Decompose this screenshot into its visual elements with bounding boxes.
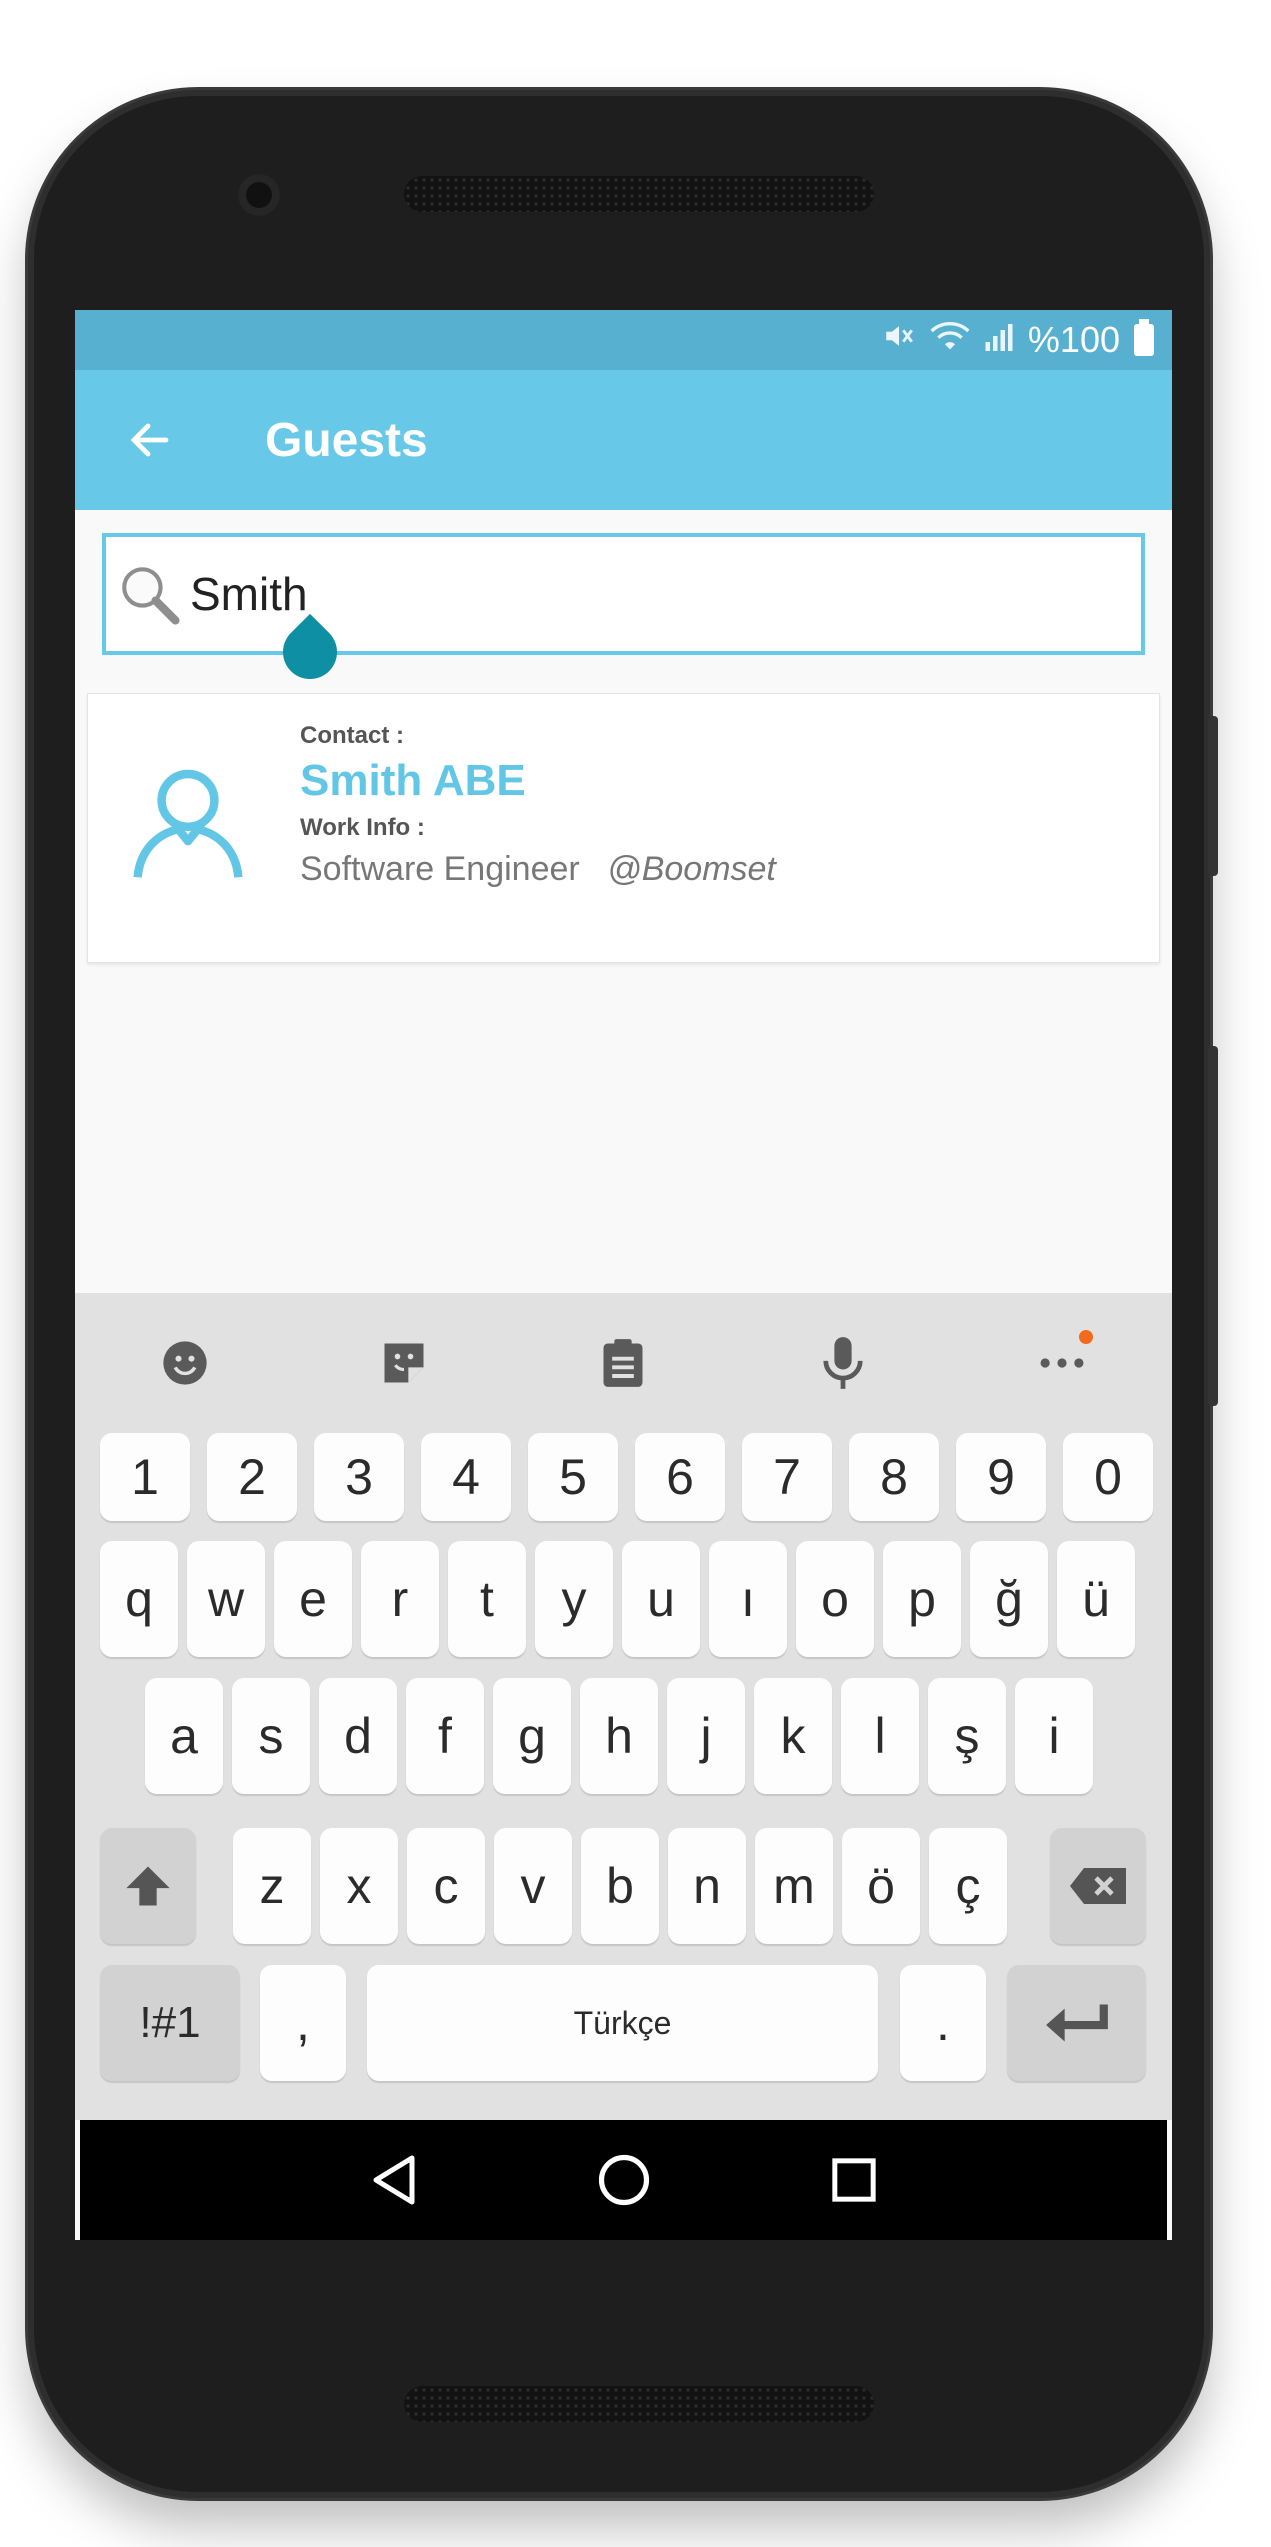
number-key-2[interactable]: 2 xyxy=(207,1433,297,1521)
letter-key-r[interactable]: r xyxy=(361,1541,439,1657)
number-key-1[interactable]: 1 xyxy=(100,1433,190,1521)
contact-name: Smith ABE xyxy=(300,756,526,805)
letter-key-ş[interactable]: ş xyxy=(928,1678,1006,1794)
number-key-8[interactable]: 8 xyxy=(849,1433,939,1521)
number-key-9[interactable]: 9 xyxy=(956,1433,1046,1521)
letter-key-c[interactable]: c xyxy=(407,1828,485,1944)
letter-key-u[interactable]: u xyxy=(622,1541,700,1657)
comma-key[interactable]: , xyxy=(260,1965,346,2081)
letter-key-n[interactable]: n xyxy=(668,1828,746,1944)
mute-icon xyxy=(882,319,916,361)
letter-key-p[interactable]: p xyxy=(883,1541,961,1657)
letter-key-ğ[interactable]: ğ xyxy=(970,1541,1048,1657)
contact-label: Contact : xyxy=(300,722,404,749)
letter-key-v[interactable]: v xyxy=(494,1828,572,1944)
page-title: Guests xyxy=(265,413,428,467)
letter-key-ç[interactable]: ç xyxy=(929,1828,1007,1944)
letter-key-b[interactable]: b xyxy=(581,1828,659,1944)
arrow-left-icon xyxy=(130,423,169,457)
letter-key-e[interactable]: e xyxy=(274,1541,352,1657)
search-field[interactable] xyxy=(102,533,1145,655)
letter-key-o[interactable]: o xyxy=(796,1541,874,1657)
space-key[interactable]: Türkçe xyxy=(367,1965,878,2081)
front-camera xyxy=(238,174,280,216)
more-icon[interactable] xyxy=(1017,1318,1107,1408)
bottom-speaker xyxy=(404,2386,874,2422)
letter-key-t[interactable]: t xyxy=(448,1541,526,1657)
letter-key-k[interactable]: k xyxy=(754,1678,832,1794)
letter-key-y[interactable]: y xyxy=(535,1541,613,1657)
home-circle-icon[interactable] xyxy=(597,2153,651,2207)
number-key-6[interactable]: 6 xyxy=(635,1433,725,1521)
emoji-icon[interactable] xyxy=(140,1318,230,1408)
backspace-key[interactable] xyxy=(1050,1828,1146,1944)
microphone-icon[interactable] xyxy=(798,1318,888,1408)
enter-key[interactable] xyxy=(1007,1965,1146,2081)
person-icon xyxy=(128,762,248,887)
power-button xyxy=(1208,716,1218,876)
recents-square-icon[interactable] xyxy=(831,2157,877,2203)
search-icon xyxy=(122,567,180,625)
letter-key-ö[interactable]: ö xyxy=(842,1828,920,1944)
letter-key-d[interactable]: d xyxy=(319,1678,397,1794)
shift-key[interactable] xyxy=(100,1828,196,1944)
navigation-bar xyxy=(80,2120,1167,2240)
number-key-3[interactable]: 3 xyxy=(314,1433,404,1521)
number-key-5[interactable]: 5 xyxy=(528,1433,618,1521)
back-button[interactable] xyxy=(75,370,225,510)
work-info-label: Work Info : xyxy=(300,814,425,841)
soft-keyboard: 1234567890 qwertyuıopğü asdfghjklşi zxcvbnm… xyxy=(75,1293,1172,2120)
letter-key-ü[interactable]: ü xyxy=(1057,1541,1135,1657)
letter-key-z[interactable]: z xyxy=(233,1828,311,1944)
letter-key-g[interactable]: g xyxy=(493,1678,571,1794)
letter-key-i[interactable]: i xyxy=(1015,1678,1093,1794)
letter-key-m[interactable]: m xyxy=(755,1828,833,1944)
battery-icon xyxy=(1134,319,1154,356)
number-key-0[interactable]: 0 xyxy=(1063,1433,1153,1521)
shift-icon xyxy=(126,1866,170,1906)
letter-key-ı[interactable]: ı xyxy=(709,1541,787,1657)
contact-details: Contact : Smith ABE Work Info : Software… xyxy=(300,722,776,889)
screen: %100 Guests Contact : Smith ABE Work Inf… xyxy=(75,310,1172,2240)
period-key[interactable]: . xyxy=(900,1965,986,2081)
enter-icon xyxy=(1045,2004,1108,2042)
app-bar: Guests xyxy=(75,370,1172,510)
letter-key-s[interactable]: s xyxy=(232,1678,310,1794)
letter-key-w[interactable]: w xyxy=(187,1541,265,1657)
symbols-key[interactable]: !#1 xyxy=(100,1965,240,2081)
company-name: @Boomset xyxy=(607,850,776,888)
battery-percent: %100 xyxy=(1027,319,1120,360)
job-title: Software Engineer xyxy=(300,850,580,888)
search-input[interactable] xyxy=(190,567,1090,621)
back-triangle-icon[interactable] xyxy=(370,2154,418,2206)
letter-key-h[interactable]: h xyxy=(580,1678,658,1794)
letter-key-l[interactable]: l xyxy=(841,1678,919,1794)
sticker-icon[interactable] xyxy=(359,1318,449,1408)
number-key-7[interactable]: 7 xyxy=(742,1433,832,1521)
letter-key-j[interactable]: j xyxy=(667,1678,745,1794)
backspace-icon xyxy=(1070,1868,1126,1904)
wifi-icon xyxy=(930,319,970,361)
keyboard-toolbar xyxy=(75,1293,1172,1433)
status-bar: %100 xyxy=(75,310,1172,370)
letter-key-a[interactable]: a xyxy=(145,1678,223,1794)
work-info: Software Engineer @Boomset xyxy=(300,850,776,889)
letter-key-f[interactable]: f xyxy=(406,1678,484,1794)
volume-rocker xyxy=(1208,1046,1218,1406)
letter-key-q[interactable]: q xyxy=(100,1541,178,1657)
clipboard-icon[interactable] xyxy=(578,1318,668,1408)
signal-icon xyxy=(984,320,1014,360)
top-speaker xyxy=(404,176,874,212)
contact-result-card[interactable]: Contact : Smith ABE Work Info : Software… xyxy=(87,693,1160,963)
number-key-4[interactable]: 4 xyxy=(421,1433,511,1521)
letter-key-x[interactable]: x xyxy=(320,1828,398,1944)
notification-dot xyxy=(1079,1330,1094,1344)
